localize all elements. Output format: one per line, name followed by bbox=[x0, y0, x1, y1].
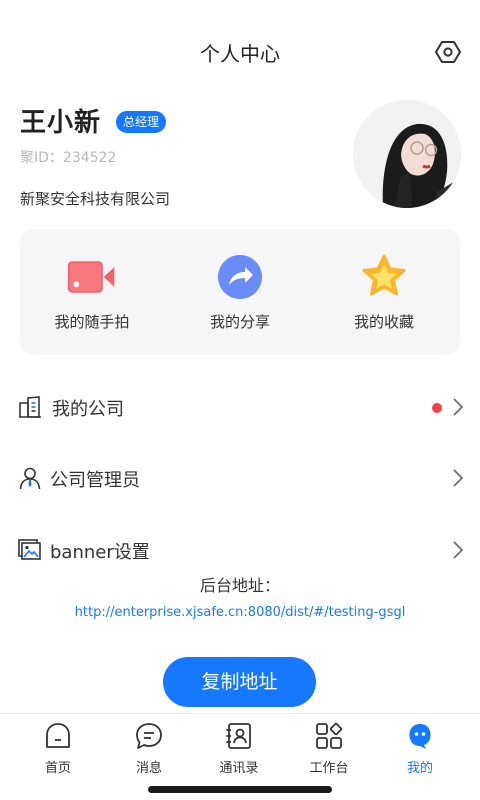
menu-item-label: 我的公司 bbox=[52, 399, 124, 420]
home-indicator bbox=[148, 786, 332, 793]
menu-item-company-admin[interactable]: 公司管理员 bbox=[18, 458, 464, 498]
share-arrow-icon bbox=[218, 255, 262, 299]
chevron-right-icon bbox=[453, 469, 464, 487]
backend-address-url[interactable]: http://enterprise.xjsafe.cn:8080/dist/#/… bbox=[0, 605, 480, 620]
user-name: 王小新 bbox=[20, 108, 102, 138]
header: 个人中心 bbox=[0, 30, 480, 74]
tab-workbench[interactable]: 工作台 bbox=[289, 720, 369, 776]
bottom-tab-bar: 首页 消息 通讯录 工作台 我的 bbox=[0, 713, 480, 776]
company-name: 新聚安全科技有限公司 bbox=[20, 190, 171, 208]
home-icon bbox=[46, 723, 70, 748]
star-icon bbox=[362, 254, 406, 296]
profile-section: 王小新 总经理 聚ID：234522 新聚安全科技有限公司 bbox=[20, 100, 461, 222]
notification-dot bbox=[432, 403, 442, 413]
avatar[interactable] bbox=[353, 100, 461, 208]
image-icon bbox=[18, 539, 41, 560]
settings-button[interactable] bbox=[434, 38, 462, 66]
tab-mine[interactable]: 我的 bbox=[380, 720, 460, 776]
user-id: 聚ID：234522 bbox=[20, 150, 117, 166]
tab-label: 消息 bbox=[135, 761, 162, 776]
settings-hexagon-icon bbox=[435, 41, 461, 63]
tab-label: 通讯录 bbox=[219, 761, 259, 776]
quick-action-snapshot[interactable]: 我的随手拍 bbox=[32, 253, 152, 337]
tab-home[interactable]: 首页 bbox=[18, 720, 98, 776]
quick-action-label: 我的分享 bbox=[209, 313, 270, 331]
building-icon bbox=[19, 396, 41, 418]
quick-action-label: 我的收藏 bbox=[353, 313, 414, 331]
admin-user-icon bbox=[19, 467, 41, 490]
mine-icon bbox=[409, 724, 431, 749]
copy-address-button[interactable]: 复制地址 bbox=[163, 657, 316, 707]
quick-action-label: 我的随手拍 bbox=[54, 313, 130, 331]
tab-label: 工作台 bbox=[309, 761, 349, 776]
tab-label: 首页 bbox=[44, 761, 71, 776]
menu-item-label: banner设置 bbox=[50, 542, 150, 563]
tab-messages[interactable]: 消息 bbox=[109, 720, 189, 776]
chevron-right-icon bbox=[453, 398, 464, 416]
quick-action-favorites[interactable]: 我的收藏 bbox=[324, 253, 444, 337]
menu-item-label: 公司管理员 bbox=[50, 470, 140, 491]
quick-actions-card: 我的随手拍 我的分享 我的收藏 bbox=[20, 229, 460, 355]
menu-item-banner-settings[interactable]: banner设置 bbox=[18, 530, 464, 570]
message-icon bbox=[136, 723, 162, 749]
menu-item-my-company[interactable]: 我的公司 bbox=[18, 387, 464, 427]
quick-action-share[interactable]: 我的分享 bbox=[180, 253, 300, 337]
chevron-right-icon bbox=[453, 541, 464, 559]
tab-contacts[interactable]: 通讯录 bbox=[199, 720, 279, 776]
contacts-icon bbox=[226, 723, 251, 749]
backend-address-label: 后台地址： bbox=[199, 576, 280, 595]
page-title: 个人中心 bbox=[200, 42, 280, 66]
video-camera-icon bbox=[68, 261, 115, 293]
role-badge: 总经理 bbox=[116, 111, 167, 133]
tab-label: 我的 bbox=[406, 761, 433, 776]
workbench-icon bbox=[316, 722, 343, 749]
user-avatar-photo bbox=[353, 100, 461, 208]
